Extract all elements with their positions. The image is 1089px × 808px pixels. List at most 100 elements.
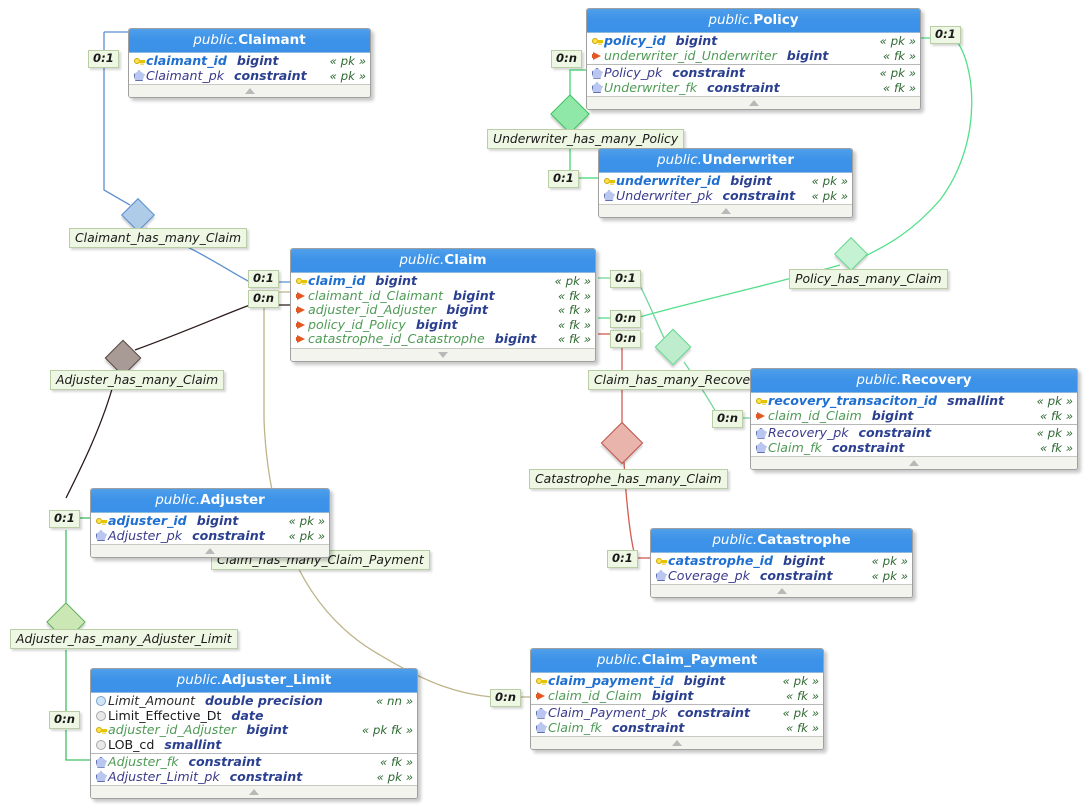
- table-name: Claim_Payment: [641, 652, 758, 668]
- column-stereotype: « pk »: [288, 528, 325, 543]
- key-icon: [94, 726, 108, 735]
- column-row: Claim_Payment_pk constraint « pk »: [531, 705, 823, 721]
- relationship-label-policy-has-many-claim: Policy_has_many_Claim: [789, 269, 948, 289]
- column-stereotype: « pk »: [811, 174, 848, 188]
- column-name: Claim_Payment_pk: [548, 705, 668, 720]
- cardinality-underwriter-left: 0:1: [548, 170, 579, 188]
- triangle-up-icon: [720, 208, 731, 214]
- column-type: bigint: [415, 316, 458, 332]
- column-name: claimant_id_Claimant: [308, 287, 444, 303]
- column-stereotype: « pk »: [376, 769, 413, 784]
- column-type: bigint: [651, 687, 694, 703]
- column-stereotype: « fk »: [557, 288, 591, 303]
- table-collapse-toggle[interactable]: [651, 584, 912, 597]
- column-stereotype: « fk »: [1039, 440, 1073, 455]
- column-name: adjuster_id_Adjuster: [108, 722, 237, 737]
- table-schema: public.: [596, 652, 642, 668]
- column-name: Claimant_pk: [146, 67, 224, 83]
- table-columns-section: claim_id bigint « pk » claimant_id_Claimant…: [291, 273, 595, 348]
- table-adjuster-limit[interactable]: public.Adjuster_Limit Limit_Amount double …: [90, 668, 418, 799]
- table-collapse-toggle[interactable]: [91, 544, 329, 557]
- cardinality-adjuster-limit-left: 0:n: [49, 711, 80, 729]
- column-type: bigint: [683, 673, 726, 688]
- column-type: bigint: [196, 513, 239, 528]
- table-collapse-toggle[interactable]: [91, 785, 417, 798]
- cardinality-adjuster-left: 0:1: [49, 510, 80, 528]
- triangle-up-icon: [205, 548, 215, 554]
- diamond-policy-has-many-claim: [834, 237, 868, 271]
- column-stereotype: « fk »: [785, 720, 819, 735]
- table-collapse-toggle[interactable]: [531, 736, 823, 749]
- column-row: catastrophe_id_Catastrophe bigint « fk »: [291, 331, 595, 347]
- column-row: claimant_id bigint « pk »: [129, 53, 370, 69]
- column-type: constraint: [677, 705, 750, 720]
- column-row: claim_id_Claim bigint « fk »: [751, 407, 1077, 424]
- column-stereotype: « pk »: [879, 66, 916, 80]
- column-name: claim_payment_id: [548, 673, 674, 688]
- relationship-label-underwriter-has-many-policy: Underwriter_has_many_Policy: [487, 129, 685, 149]
- cardinality-policy-left: 0:n: [551, 50, 582, 68]
- table-header: public.Adjuster: [91, 489, 329, 513]
- column-type: bigint: [453, 287, 495, 303]
- column-stereotype: « nn »: [375, 694, 413, 708]
- column-notnull-icon: [94, 696, 108, 707]
- column-stereotype: « fk »: [785, 688, 819, 703]
- column-type: smallint: [947, 393, 1005, 408]
- column-stereotype: « pk »: [329, 68, 366, 83]
- column-name: Coverage_pk: [668, 567, 750, 583]
- table-claimant[interactable]: public.Claimant claimant_id bigint « pk » Cl…: [128, 28, 371, 98]
- table-header: public.Policy: [587, 9, 920, 33]
- table-header: public.Recovery: [751, 369, 1077, 393]
- column-row: claimant_id_Claimant bigint « fk »: [291, 287, 595, 304]
- table-name: Recovery: [901, 372, 972, 388]
- column-row: recovery_transaciton_id smallint « pk »: [751, 393, 1077, 409]
- column-stereotype: « fk »: [557, 317, 591, 332]
- table-collapse-toggle[interactable]: [751, 456, 1077, 469]
- constraint-icon: [602, 190, 616, 202]
- table-header: public.Claimant: [129, 29, 370, 53]
- column-row: adjuster_id bigint « pk »: [91, 513, 329, 529]
- column-stereotype: « pk »: [329, 54, 366, 68]
- table-adjuster[interactable]: public.Adjuster adjuster_id bigint « pk » Ad…: [90, 488, 330, 558]
- column-name: Policy_pk: [604, 65, 663, 80]
- column-row: Claimant_pk constraint « pk »: [129, 67, 370, 84]
- table-header: public.Underwriter: [599, 149, 852, 173]
- column-stereotype: « pk »: [554, 274, 591, 288]
- table-underwriter[interactable]: public.Underwriter underwriter_id bigint « …: [598, 148, 853, 218]
- key-icon: [534, 677, 548, 686]
- table-schema: public.: [193, 32, 239, 48]
- table-columns-section: underwriter_id bigint « pk » Underwriter_pk…: [599, 173, 852, 204]
- table-policy[interactable]: public.Policy policy_id bigint « pk » underw…: [586, 8, 921, 110]
- column-row: Claim_fk constraint « fk »: [751, 440, 1077, 456]
- key-icon: [602, 177, 616, 186]
- table-header: public.Claim: [291, 249, 595, 273]
- table-claim[interactable]: public.Claim claim_id bigint « pk » claimant…: [290, 248, 596, 362]
- table-collapse-toggle[interactable]: [587, 96, 920, 109]
- column-type: constraint: [611, 719, 685, 735]
- triangle-up-icon: [748, 100, 759, 106]
- column-type: bigint: [246, 722, 288, 737]
- table-collapse-toggle[interactable]: [599, 204, 852, 217]
- column-row: Underwriter_pk constraint « pk »: [599, 188, 852, 204]
- column-type: bigint: [786, 47, 829, 63]
- table-catastrophe[interactable]: public.Catastrophe catastrophe_id bigint « …: [650, 528, 913, 598]
- column-type: constraint: [672, 65, 745, 80]
- column-row: adjuster_id_Adjuster bigint « fk »: [291, 302, 595, 318]
- column-type: constraint: [188, 754, 262, 769]
- table-collapse-toggle[interactable]: [291, 347, 595, 361]
- table-claim-payment[interactable]: public.Claim_Payment claim_payment_id bigi…: [530, 648, 824, 750]
- table-recovery[interactable]: public.Recovery recovery_transaciton_id sm…: [750, 368, 1078, 470]
- column-row: claim_id_Claim bigint « fk »: [531, 687, 823, 704]
- column-row: claim_id bigint « pk »: [291, 273, 595, 289]
- key-icon: [754, 397, 768, 406]
- column-stereotype: « pk »: [871, 554, 908, 568]
- table-constraints-section: Recovery_pk constraint « pk » Claim_fk const…: [751, 424, 1077, 456]
- column-name: claim_id_Claim: [768, 407, 862, 423]
- cardinality-catastrophe-left: 0:1: [607, 550, 638, 568]
- column-name: Recovery_pk: [768, 425, 849, 440]
- constraint-icon: [754, 427, 768, 439]
- table-collapse-toggle[interactable]: [129, 84, 370, 97]
- column-name: adjuster_id_Adjuster: [308, 302, 437, 317]
- column-row: Claim_fk constraint « fk »: [531, 719, 823, 736]
- table-name: Policy: [753, 12, 799, 28]
